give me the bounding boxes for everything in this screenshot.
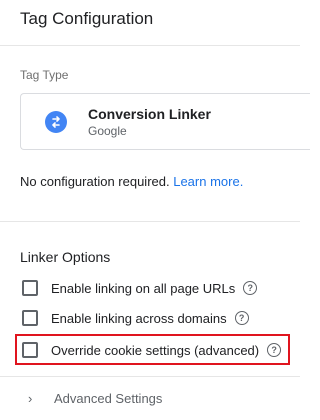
conversion-linker-icon [45,111,67,133]
option-label: Enable linking on all page URLs [51,280,236,296]
linker-options-title: Linker Options [20,249,111,265]
panel-header: Tag Configuration [0,0,300,46]
help-icon[interactable]: ? [234,311,249,325]
panel-title: Tag Configuration [20,9,154,28]
config-note-text: No configuration required. [20,174,170,189]
tag-name: Conversion Linker [88,106,211,122]
chevron-right-icon: › [28,391,33,406]
option-across-domains[interactable]: Enable linking across domains ? [22,308,249,328]
learn-more-link[interactable]: Learn more. [173,174,243,189]
config-note: No configuration required. Learn more. [20,174,243,189]
tag-type-label: Tag Type [20,68,69,82]
section-divider [0,376,300,377]
advanced-settings-toggle[interactable]: › Advanced Settings [28,391,162,406]
highlight-box [15,334,290,365]
tag-type-card[interactable]: Conversion Linker Google [20,93,310,150]
tag-vendor: Google [88,124,127,138]
advanced-settings-label: Advanced Settings [54,391,163,406]
link-arrows-icon [52,116,60,128]
help-icon[interactable]: ? [243,281,258,295]
section-divider [0,221,300,222]
option-label: Enable linking across domains [51,310,227,326]
option-all-page-urls[interactable]: Enable linking on all page URLs ? [22,278,258,298]
checkbox[interactable] [22,310,38,326]
checkbox[interactable] [22,280,38,296]
